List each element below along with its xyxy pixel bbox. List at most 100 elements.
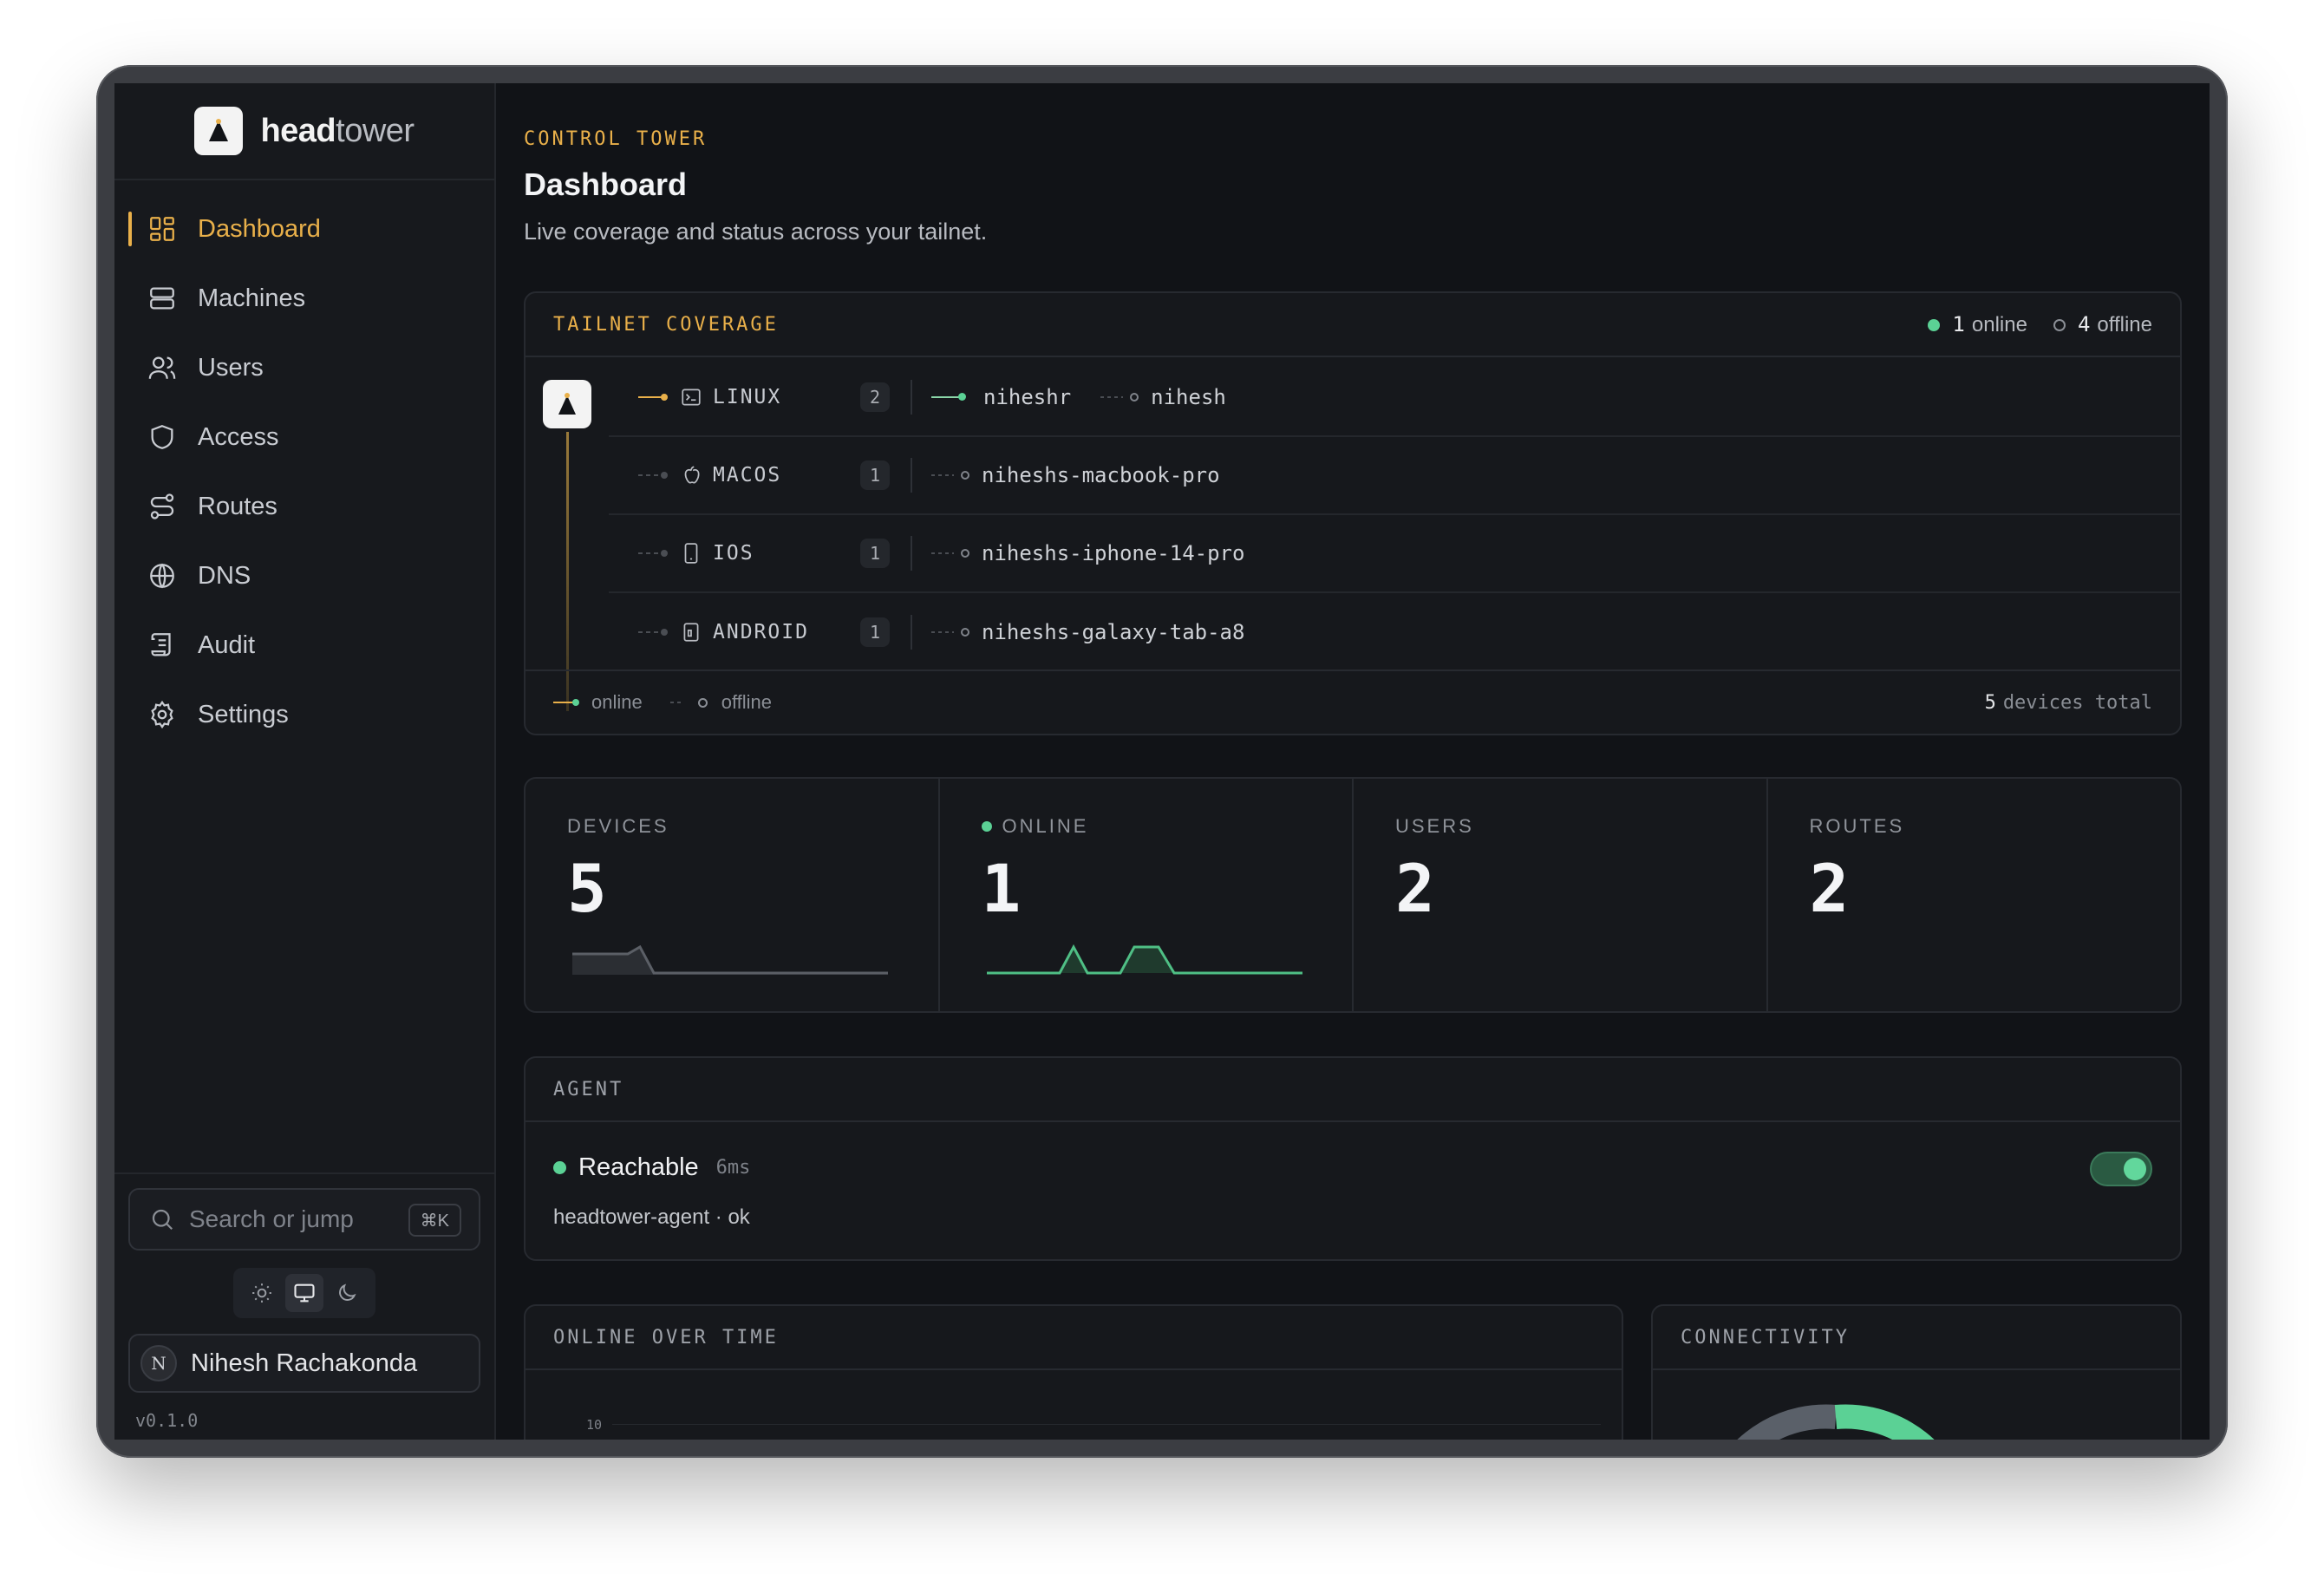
apple-icon	[684, 466, 700, 484]
tailnet-coverage-card: TAILNET COVERAGE 1 online 4 offline LINUX …	[524, 291, 2182, 735]
stat-value: 2	[1395, 850, 1435, 927]
stat-users[interactable]: USERS 2	[1354, 779, 1768, 1011]
search-input[interactable]: Search or jump ⌘K	[128, 1188, 480, 1251]
offline-link-icon	[931, 631, 954, 633]
legend-online: online	[553, 691, 643, 714]
device-name: niheshs-galaxy-tab-a8	[982, 620, 1245, 644]
status-dot-icon	[553, 1161, 566, 1174]
brand[interactable]: headtower	[114, 83, 494, 180]
sidebar-item-machines[interactable]: Machines	[127, 267, 484, 330]
os-count-badge: 1	[860, 460, 890, 490]
page-title: Dashboard	[524, 167, 688, 202]
os-label: MACOS	[713, 464, 782, 487]
sidebar-item-label: Dashboard	[198, 214, 321, 243]
app-window: headtower Dashboard Machines Users Acces…	[114, 83, 2210, 1440]
device-niheshr[interactable]: niheshr	[931, 385, 1071, 409]
connectivity-header: CONNECTIVITY	[1653, 1306, 2180, 1370]
sidebar-item-settings[interactable]: Settings	[127, 683, 484, 746]
device-name: niheshs-macbook-pro	[982, 463, 1220, 487]
connectivity-title: CONNECTIVITY	[1681, 1326, 1850, 1349]
device-niheshs-macbook-pro[interactable]: niheshs-macbook-pro	[931, 463, 1220, 487]
offline-line-icon	[669, 702, 684, 703]
agent-toggle[interactable]	[2090, 1152, 2152, 1186]
device-niheshs-galaxy-tab-a8[interactable]: niheshs-galaxy-tab-a8	[931, 620, 1244, 644]
branch-line	[638, 472, 668, 479]
sidebar-item-users[interactable]: Users	[127, 336, 484, 399]
globe-icon	[150, 563, 174, 589]
os-row-ios[interactable]: IOS 1 niheshs-iphone-14-pro	[609, 515, 2180, 593]
server-icon	[150, 287, 174, 310]
online-dot-icon	[1928, 319, 1941, 332]
status-text: Reachable	[578, 1153, 699, 1181]
os-count-badge: 1	[860, 539, 890, 568]
search-placeholder: Search or jump	[189, 1205, 354, 1232]
online-link-icon	[931, 393, 966, 401]
os-row-linux[interactable]: LINUX 2 niheshr nihesh	[609, 359, 2180, 437]
stat-devices[interactable]: DEVICES 5	[526, 779, 940, 1011]
sidebar-item-dns[interactable]: DNS	[127, 545, 484, 607]
sidebar-item-routes[interactable]: Routes	[127, 475, 484, 538]
phone-icon	[684, 543, 698, 564]
sidebar-item-access[interactable]: Access	[127, 406, 484, 468]
gridline	[612, 1424, 1601, 1425]
os-row-macos[interactable]: MACOS 1 niheshs-macbook-pro	[609, 437, 2180, 515]
offline-summary: 4 offline	[2053, 312, 2152, 337]
avatar: N	[140, 1345, 177, 1381]
chart-header: ONLINE OVER TIME	[526, 1306, 1622, 1370]
online-over-time-card: ONLINE OVER TIME 10	[524, 1304, 1623, 1440]
theme-dark-button[interactable]	[328, 1274, 366, 1312]
agent-header: AGENT	[526, 1058, 2180, 1122]
sidebar-footer: Search or jump ⌘K N Nihesh Rachakonda v0…	[114, 1172, 494, 1440]
os-count-badge: 1	[860, 617, 890, 647]
branch-line	[638, 550, 668, 557]
stat-label: ROUTES	[1809, 815, 1905, 837]
theme-light-button[interactable]	[243, 1274, 281, 1312]
sidebar-item-label: DNS	[198, 561, 251, 590]
offline-ring-icon	[697, 697, 708, 708]
chart-title: ONLINE OVER TIME	[553, 1326, 779, 1349]
brand-name: headtower	[260, 112, 415, 149]
device-name: niheshs-iphone-14-pro	[982, 541, 1245, 565]
sidebar-item-label: Users	[198, 353, 264, 382]
divider	[911, 458, 912, 493]
stat-label: DEVICES	[567, 815, 669, 837]
stat-routes[interactable]: ROUTES 2	[1768, 779, 2181, 1011]
sidebar: headtower Dashboard Machines Users Acces…	[114, 83, 496, 1440]
theme-system-button[interactable]	[284, 1274, 323, 1312]
legend-offline: offline	[669, 691, 772, 714]
os-label: IOS	[713, 542, 754, 565]
sidebar-item-label: Machines	[198, 284, 306, 312]
devices-sparkline	[572, 944, 888, 975]
agent-card: AGENT Reachable 6ms headtower-agent · ok	[524, 1056, 2182, 1261]
online-summary: 1 online	[1928, 312, 2027, 337]
sidebar-item-dashboard[interactable]: Dashboard	[127, 198, 484, 260]
branch-line	[638, 394, 668, 401]
scroll-icon	[151, 633, 171, 656]
online-sparkline	[986, 944, 1302, 975]
user-menu[interactable]: N Nihesh Rachakonda	[128, 1334, 480, 1393]
offline-link-icon	[931, 474, 954, 476]
os-row-android[interactable]: ANDROID 1 niheshs-galaxy-tab-a8	[609, 593, 2180, 671]
stat-label: USERS	[1395, 815, 1474, 837]
offline-link-icon	[1100, 396, 1124, 398]
logo-icon	[194, 107, 244, 155]
offline-ring-icon	[961, 549, 969, 558]
sidebar-item-label: Audit	[198, 630, 256, 659]
agent-detail: headtower-agent · ok	[553, 1205, 750, 1229]
os-label: ANDROID	[713, 621, 809, 643]
sidebar-item-audit[interactable]: Audit	[127, 614, 484, 676]
tablet-icon	[683, 623, 699, 642]
device-nihesh[interactable]: nihesh	[1100, 385, 1226, 409]
stat-online[interactable]: ONLINE 1	[940, 779, 1354, 1011]
online-dot-icon	[981, 821, 992, 832]
page-eyebrow: CONTROL TOWER	[524, 128, 708, 150]
coverage-footer: online offline 5 devices total	[526, 669, 2180, 734]
y-tick-label: 10	[586, 1417, 603, 1433]
sidebar-nav: Dashboard Machines Users Access Routes D…	[127, 198, 484, 753]
stat-value: 5	[567, 850, 607, 927]
user-name: Nihesh Rachakonda	[191, 1349, 418, 1377]
page-subtitle: Live coverage and status across your tai…	[524, 219, 988, 245]
offline-dot-icon	[2053, 319, 2066, 332]
device-niheshs-iphone-14-pro[interactable]: niheshs-iphone-14-pro	[931, 541, 1244, 565]
route-icon	[150, 493, 174, 519]
